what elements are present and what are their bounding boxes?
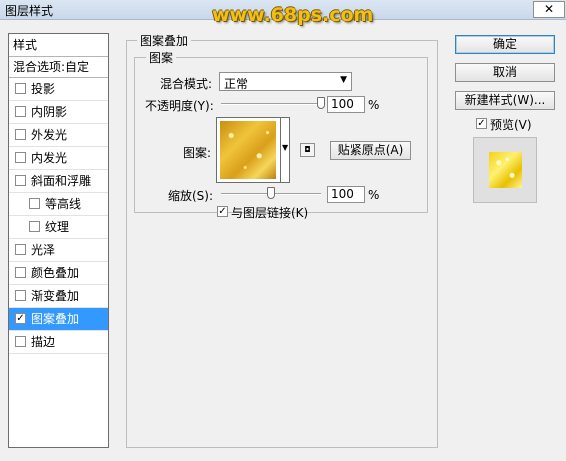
scale-unit: % [368,188,380,202]
sidebar-item-gradient-overlay[interactable]: 渐变叠加 [9,285,108,308]
sidebar-item-label: 内发光 [31,151,68,165]
style-list: 样式 混合选项:自定 投影 内阴影 外发光 内发光 斜面和浮雕 等高线 纹理 光… [8,33,109,448]
sidebar-item-label: 渐变叠加 [31,289,80,303]
snap-origin-button[interactable]: 贴紧原点(A) [330,141,411,160]
contour-checkbox[interactable] [29,198,40,209]
inner-glow-checkbox[interactable] [15,152,26,163]
outer-glow-checkbox[interactable] [15,129,26,140]
pattern-dropdown-arrow-icon[interactable]: ▼ [282,143,288,152]
scale-input[interactable]: 100 [327,186,365,203]
texture-checkbox[interactable] [29,221,40,232]
sidebar-item-satin[interactable]: 光泽 [9,239,108,262]
blend-mode-label: 混合模式: [160,77,213,91]
window-title: 图层样式 [5,4,54,18]
sidebar-item-label: 颜色叠加 [31,266,80,280]
inner-shadow-checkbox[interactable] [15,106,26,117]
link-with-layer-label: 与图层链接(K) [231,206,309,220]
scale-slider-thumb[interactable] [267,187,275,199]
title-bar: 图层样式 www.68ps.com ✕ [0,0,566,26]
sidebar-item-label: 图案叠加 [31,312,80,326]
stroke-checkbox[interactable] [15,336,26,347]
close-button[interactable]: ✕ [533,1,565,18]
preview-thumbnail [473,137,537,203]
sidebar-item-outer-glow[interactable]: 外发光 [9,124,108,147]
styles-header[interactable]: 样式 [9,34,108,57]
drop-shadow-checkbox[interactable] [15,83,26,94]
preview-label: 预览(V) [490,118,532,132]
pattern-label: 图案: [183,146,212,160]
watermark: www.68ps.com [212,4,374,26]
sidebar-item-label: 内阴影 [31,105,68,119]
sidebar-item-contour[interactable]: 等高线 [9,193,108,216]
sidebar-item-pattern-overlay[interactable]: ✓ 图案叠加 [9,308,108,331]
sidebar-item-label: 斜面和浮雕 [31,174,92,188]
pattern-overlay-checkbox[interactable]: ✓ [15,313,26,324]
blend-mode-select[interactable]: 正常 ▼ [219,72,352,91]
sidebar-item-label: 纹理 [45,220,70,234]
bevel-emboss-checkbox[interactable] [15,175,26,186]
new-style-button[interactable]: 新建样式(W)... [455,91,555,110]
sidebar-item-color-overlay[interactable]: 颜色叠加 [9,262,108,285]
preview-swatch [489,152,522,188]
link-with-layer-checkbox[interactable]: ✓ [217,206,228,217]
cancel-button[interactable]: 取消 [455,63,555,82]
new-preset-icon[interactable]: ◘ [300,143,315,157]
opacity-input[interactable]: 100 [327,96,365,113]
blend-mode-value: 正常 [224,77,249,91]
sidebar-item-texture[interactable]: 纹理 [9,216,108,239]
sidebar-item-inner-glow[interactable]: 内发光 [9,147,108,170]
sidebar-item-label: 描边 [31,335,56,349]
gradient-overlay-checkbox[interactable] [15,290,26,301]
opacity-slider-track[interactable] [221,103,321,105]
sidebar-item-label: 光泽 [31,243,56,257]
sidebar-item-drop-shadow[interactable]: 投影 [9,78,108,101]
sidebar-item-bevel-emboss[interactable]: 斜面和浮雕 [9,170,108,193]
color-overlay-checkbox[interactable] [15,267,26,278]
chevron-down-icon: ▼ [340,75,347,85]
pattern-picker[interactable] [216,117,290,183]
opacity-unit: % [368,98,380,112]
opacity-label: 不透明度(Y): [145,99,214,113]
sidebar-item-stroke[interactable]: 描边 [9,331,108,354]
opacity-slider-thumb[interactable] [317,97,325,109]
ok-button[interactable]: 确定 [455,35,555,54]
preview-checkbox[interactable]: ✓ [476,118,487,129]
subgroup-title: 图案 [146,49,177,66]
satin-checkbox[interactable] [15,244,26,255]
sidebar-item-label: 投影 [31,82,56,96]
blend-options-item[interactable]: 混合选项:自定 [9,57,108,78]
group-title: 图案叠加 [137,32,192,49]
sidebar-item-inner-shadow[interactable]: 内阴影 [9,101,108,124]
gold-pattern-swatch [220,121,276,179]
scale-label: 缩放(S): [168,189,214,203]
sidebar-item-label: 外发光 [31,128,68,142]
sidebar-item-label: 等高线 [45,197,82,211]
